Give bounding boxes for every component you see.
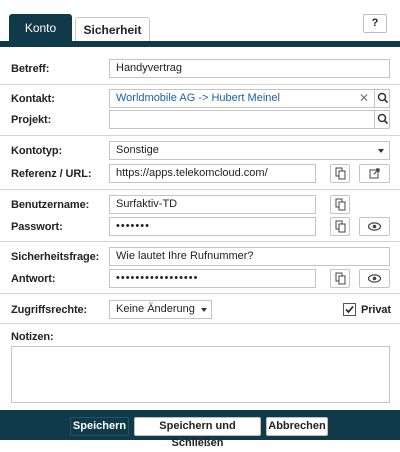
access-rights-label: Zugriffsrechte: <box>11 304 88 316</box>
divider <box>0 241 400 242</box>
security-question-input[interactable]: Wie lautet Ihre Rufnummer? <box>109 247 390 266</box>
open-link-button[interactable] <box>359 164 390 183</box>
subject-label: Betreff: <box>11 63 50 75</box>
notes-label: Notizen: <box>11 331 54 343</box>
password-input[interactable]: ••••••• <box>109 217 316 236</box>
eye-icon <box>367 274 382 283</box>
copy-reference-button[interactable] <box>330 164 350 183</box>
clear-icon[interactable]: ✕ <box>359 89 369 108</box>
copy-icon <box>335 220 346 233</box>
contact-input[interactable]: Worldmobile AG -> Hubert Meinel <box>109 89 390 108</box>
password-label: Passwort: <box>11 221 63 233</box>
username-input[interactable]: Surfaktiv-TD <box>109 195 316 214</box>
project-input[interactable] <box>109 110 390 129</box>
answer-label: Antwort: <box>11 273 56 285</box>
contact-search-button[interactable] <box>374 89 390 108</box>
subject-input[interactable]: Handyvertrag <box>109 59 390 78</box>
reference-label: Referenz / URL: <box>11 168 92 180</box>
divider <box>0 135 400 136</box>
chevron-down-icon <box>201 308 207 312</box>
cancel-button[interactable]: Abbrechen <box>266 417 328 436</box>
copy-icon <box>335 198 346 211</box>
divider <box>0 293 400 294</box>
copy-username-button[interactable] <box>330 195 350 214</box>
tab-bar: Konto Sicherheit ? <box>0 0 400 47</box>
security-question-label: Sicherheitsfrage: <box>11 251 100 263</box>
account-type-label: Kontotyp: <box>11 145 63 157</box>
help-button[interactable]: ? <box>363 14 387 33</box>
external-link-icon <box>369 168 380 179</box>
copy-icon <box>335 167 346 180</box>
copy-icon <box>335 272 346 285</box>
username-label: Benutzername: <box>11 199 90 211</box>
copy-answer-button[interactable] <box>330 269 350 288</box>
copy-password-button[interactable] <box>330 217 350 236</box>
save-button[interactable]: Speichern <box>70 417 129 436</box>
project-label: Projekt: <box>11 114 52 126</box>
save-and-close-button[interactable]: Speichern und Schließen <box>134 417 261 449</box>
access-rights-select[interactable]: Keine Änderung <box>109 300 212 319</box>
account-type-select[interactable]: Sonstige <box>109 141 390 160</box>
search-icon <box>377 92 389 104</box>
divider <box>0 84 400 85</box>
contact-label: Kontakt: <box>11 93 55 105</box>
footer-bar: Speichern Speichern und Schließen Abbrec… <box>0 410 400 449</box>
tab-account[interactable]: Konto <box>9 14 72 43</box>
tab-security[interactable]: Sicherheit <box>75 17 150 43</box>
search-icon <box>377 113 389 125</box>
checkmark-icon <box>345 305 354 314</box>
reference-input[interactable]: https://apps.telekomcloud.com/ <box>109 164 316 183</box>
divider <box>0 323 400 324</box>
private-label: Privat <box>361 304 391 316</box>
divider <box>0 189 400 190</box>
project-search-button[interactable] <box>374 110 390 129</box>
eye-icon <box>367 222 382 231</box>
chevron-down-icon <box>378 149 384 153</box>
show-password-button[interactable] <box>359 217 390 236</box>
notes-textarea[interactable] <box>11 346 390 403</box>
answer-input[interactable]: ••••••••••••••••• <box>109 269 316 288</box>
private-checkbox[interactable] <box>343 303 356 316</box>
show-answer-button[interactable] <box>359 269 390 288</box>
account-form: Betreff: Handyvertrag Kontakt: Worldmobi… <box>0 47 400 410</box>
